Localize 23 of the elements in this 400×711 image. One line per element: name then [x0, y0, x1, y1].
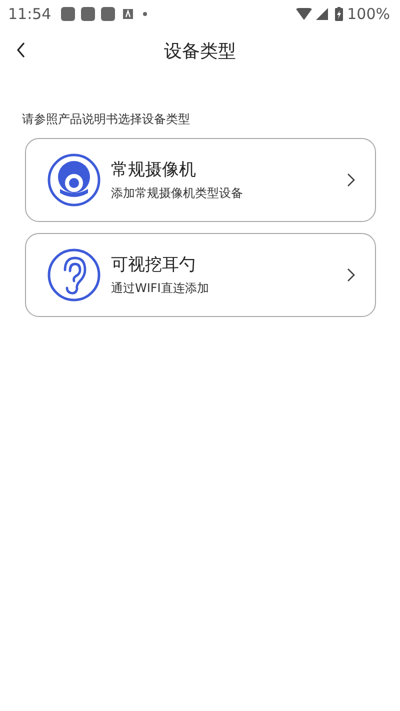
signal-icon: [316, 8, 328, 20]
device-type-card[interactable]: 常规摄像机 添加常规摄像机类型设备: [25, 138, 376, 222]
clock: 11:54: [8, 5, 52, 23]
device-type-card[interactable]: 可视挖耳勺 通过WIFI直连添加: [25, 233, 376, 317]
notification-icon: [61, 7, 76, 21]
device-description: 添加常规摄像机类型设备: [111, 185, 244, 202]
device-name: 可视挖耳勺: [111, 254, 197, 276]
keyboard-icon: [123, 9, 134, 19]
notification-icon: [101, 7, 116, 21]
back-icon[interactable]: [16, 42, 26, 58]
battery-level: 100%: [347, 5, 390, 23]
battery-icon: [335, 7, 344, 21]
notification-icon: [81, 7, 96, 21]
page-title: 设备类型: [163, 40, 237, 63]
chevron-right-icon: [347, 268, 355, 282]
wifi-icon: [296, 8, 312, 20]
instruction-text: 请参照产品说明书选择设备类型: [22, 112, 190, 126]
device-description: 通过WIFI直连添加: [111, 280, 210, 297]
chevron-right-icon: [347, 173, 355, 187]
dot-icon: [143, 12, 148, 16]
ear-icon: [47, 248, 101, 302]
camera-icon: [47, 153, 101, 207]
device-name: 常规摄像机: [111, 159, 197, 181]
